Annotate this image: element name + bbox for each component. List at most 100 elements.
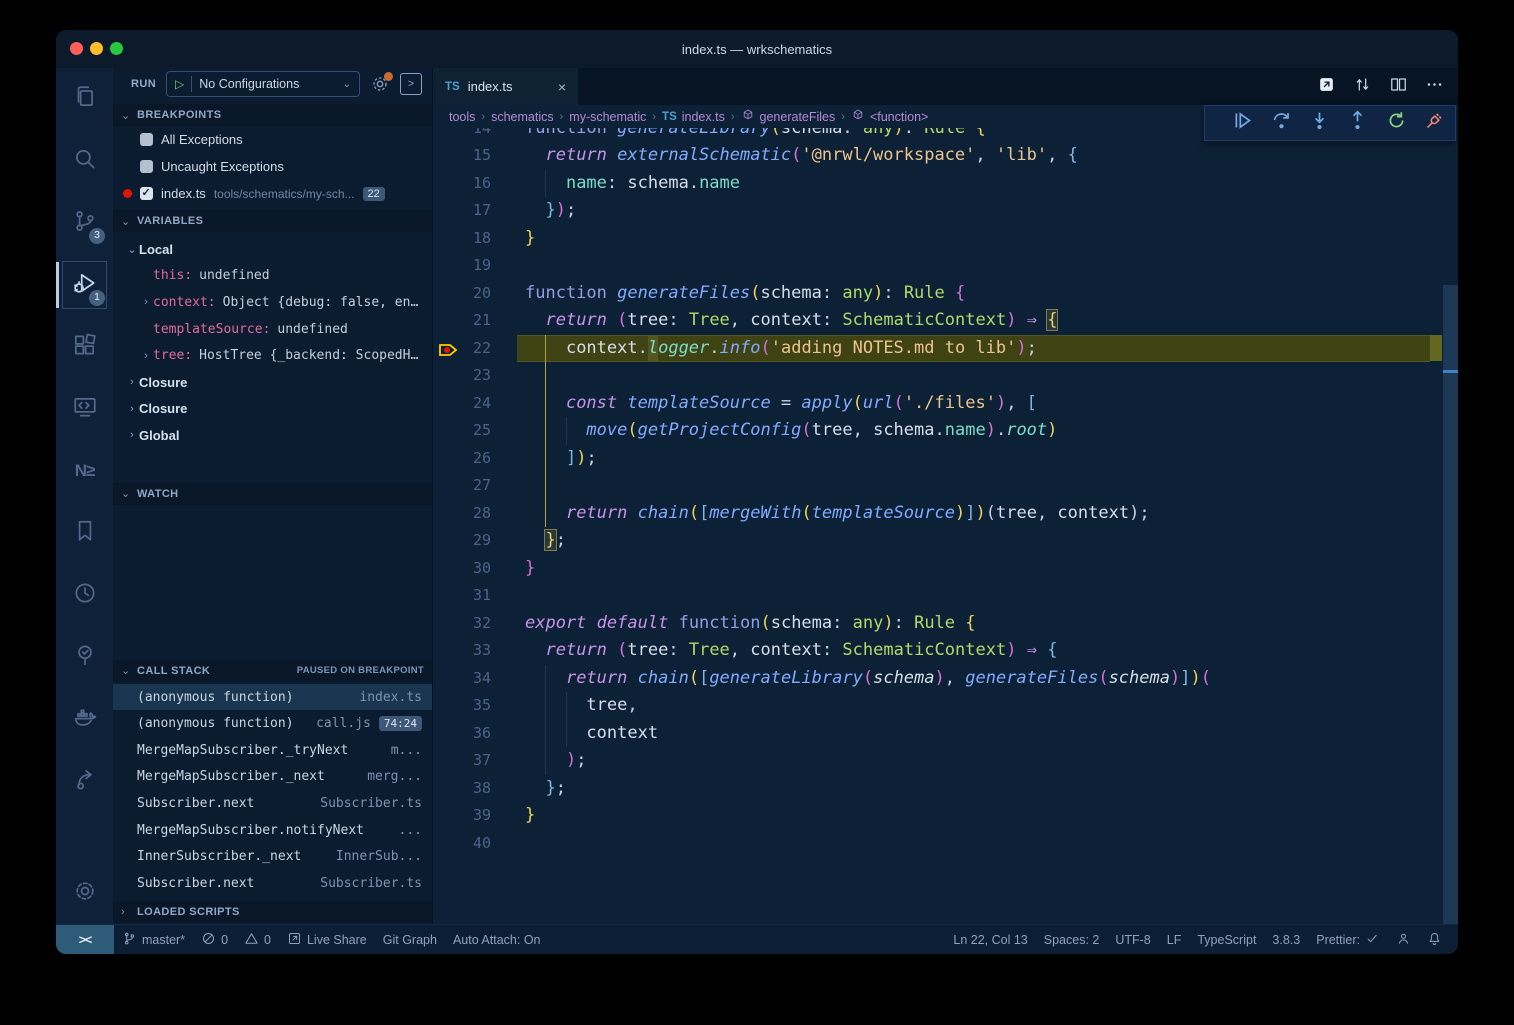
call-stack-section-header[interactable]: ⌄ CALL STACK PAUSED ON BREAKPOINT <box>113 660 432 682</box>
code-line-18[interactable]: 18} <box>433 225 1458 253</box>
code-line-32[interactable]: 32export default function(schema: any): … <box>433 610 1458 638</box>
code-line-37[interactable]: 37 ); <box>433 747 1458 775</box>
code-line-33[interactable]: 33 return (tree: Tree, context: Schemati… <box>433 637 1458 665</box>
code-line-35[interactable]: 35 tree, <box>433 692 1458 720</box>
status-language-mode[interactable]: TypeScript <box>1189 925 1264 954</box>
zoom-window-button[interactable] <box>110 42 123 55</box>
activity-bar-item-source-control[interactable]: 3 <box>56 192 113 254</box>
breadcrumb-item[interactable]: tools <box>449 110 475 124</box>
code-line-22[interactable]: 22 context.logger.info('adding NOTES.md … <box>433 335 1458 363</box>
status-warnings[interactable]: 0 <box>236 925 279 954</box>
code-line-23[interactable]: 23 <box>433 362 1458 390</box>
breakpoints-section-header[interactable]: ⌄ BREAKPOINTS <box>113 104 432 126</box>
activity-bar-item-explorer[interactable] <box>56 68 113 130</box>
status-ts-version[interactable]: 3.8.3 <box>1264 925 1308 954</box>
call-stack-frame[interactable]: (anonymous function)index.ts <box>113 684 432 711</box>
compare-changes-icon[interactable] <box>1353 75 1372 99</box>
variables-scope-closure[interactable]: ›Closure <box>113 369 432 396</box>
variable-row[interactable]: ›tree:HostTree {_backend: ScopedH… <box>113 342 432 369</box>
status-git-graph[interactable]: Git Graph <box>375 925 445 954</box>
call-stack-frame[interactable]: (anonymous function)call.js74:24 <box>113 710 432 737</box>
status-eol[interactable]: LF <box>1159 925 1190 954</box>
breakpoint-row[interactable]: index.tstools/schematics/my-sch...22 <box>113 180 432 207</box>
variables-scope-closure[interactable]: ›Closure <box>113 396 432 423</box>
more-actions-icon[interactable] <box>1425 75 1444 99</box>
status-feedback[interactable] <box>1388 925 1419 954</box>
activity-bar-item-run-and-debug[interactable]: 1 <box>56 254 113 316</box>
breadcrumb-item[interactable]: schematics <box>491 110 554 124</box>
breadcrumb-item[interactable]: generateFiles <box>741 108 836 125</box>
variable-row[interactable]: this:undefined <box>113 263 432 290</box>
code-line-15[interactable]: 15 return externalSchematic('@nrwl/works… <box>433 142 1458 170</box>
variable-row[interactable]: ›context:Object {debug: false, en… <box>113 289 432 316</box>
status-encoding[interactable]: UTF-8 <box>1107 925 1158 954</box>
scrollbar-thumb[interactable] <box>1443 285 1458 924</box>
variables-scope-global[interactable]: ›Global <box>113 422 432 449</box>
activity-bar-item-settings[interactable] <box>56 862 113 924</box>
continue-button[interactable] <box>1232 110 1253 136</box>
call-stack-frame[interactable]: InnerSubscriber._nextInnerSub... <box>113 843 432 870</box>
code-line-20[interactable]: 20function generateFiles(schema: any): R… <box>433 280 1458 308</box>
minimize-window-button[interactable] <box>90 42 103 55</box>
call-stack-frame[interactable]: Subscriber.nextSubscriber.ts <box>113 870 432 897</box>
status-indentation[interactable]: Spaces: 2 <box>1036 925 1108 954</box>
status-errors[interactable]: 0 <box>193 925 236 954</box>
activity-bar-item-docker[interactable] <box>56 688 113 750</box>
step-over-button[interactable] <box>1271 110 1292 136</box>
step-into-button[interactable] <box>1309 110 1330 136</box>
status-prettier[interactable]: Prettier: <box>1308 925 1388 954</box>
status-git-branch[interactable]: master* <box>114 925 193 954</box>
activity-bar-item-search[interactable] <box>56 130 113 192</box>
code-line-25[interactable]: 25 move(getProjectConfig(tree, schema.na… <box>433 417 1458 445</box>
code-line-34[interactable]: 34 return chain([generateLibrary(schema)… <box>433 665 1458 693</box>
breakpoint-row[interactable]: All Exceptions <box>113 126 432 153</box>
step-out-button[interactable] <box>1347 110 1368 136</box>
status-live-share[interactable]: Live Share <box>279 925 375 954</box>
breadcrumb-item[interactable]: <function> <box>851 108 928 125</box>
activity-bar-item-test-explorer[interactable] <box>56 626 113 688</box>
variables-scope-local[interactable]: ⌄Local <box>113 236 432 263</box>
code-line-31[interactable]: 31 <box>433 582 1458 610</box>
code-line-26[interactable]: 26 ]); <box>433 445 1458 473</box>
code-line-19[interactable]: 19 <box>433 252 1458 280</box>
code-editor[interactable]: 14function generateLibrary(schema: any):… <box>433 128 1458 924</box>
activity-bar-item-extensions[interactable] <box>56 316 113 378</box>
activity-bar-item-nx-console[interactable]: N≥ <box>56 440 113 502</box>
code-line-16[interactable]: 16 name: schema.name <box>433 170 1458 198</box>
code-line-36[interactable]: 36 context <box>433 720 1458 748</box>
launch-configuration-dropdown[interactable]: ▷ No Configurations ⌄ <box>166 71 360 97</box>
code-line-28[interactable]: 28 return chain([mergeWith(templateSourc… <box>433 500 1458 528</box>
tab-index-ts[interactable]: TS index.ts × <box>433 68 578 105</box>
title-bar[interactable]: index.ts — wrkschematics <box>56 30 1458 68</box>
code-line-21[interactable]: 21 return (tree: Tree, context: Schemati… <box>433 307 1458 335</box>
breadcrumb-item[interactable]: my-schematic <box>569 110 646 124</box>
breadcrumb-item[interactable]: TSindex.ts <box>662 110 725 124</box>
editor-scrollbar[interactable] <box>1430 128 1458 924</box>
close-tab-icon[interactable]: × <box>558 79 566 95</box>
code-line-24[interactable]: 24 const templateSource = apply(url('./f… <box>433 390 1458 418</box>
call-stack-frame[interactable]: MergeMapSubscriber._nextmerg... <box>113 764 432 791</box>
call-stack-frame[interactable]: MergeMapSubscriber._tryNextm... <box>113 737 432 764</box>
activity-bar-item-remote-explorer[interactable] <box>56 378 113 440</box>
variable-row[interactable]: templateSource:undefined <box>113 316 432 343</box>
status-auto-attach[interactable]: Auto Attach: On <box>445 925 549 954</box>
breakpoint-row[interactable]: Uncaught Exceptions <box>113 153 432 180</box>
variables-section-header[interactable]: ⌄ VARIABLES <box>113 210 432 232</box>
split-editor-icon[interactable] <box>1389 75 1408 99</box>
activity-bar-item-timeline[interactable] <box>56 564 113 626</box>
watch-section-header[interactable]: ⌄ WATCH <box>113 483 432 505</box>
code-line-39[interactable]: 39} <box>433 802 1458 830</box>
status-cursor-position[interactable]: Ln 22, Col 13 <box>945 925 1035 954</box>
code-line-17[interactable]: 17 }); <box>433 197 1458 225</box>
open-changes-icon[interactable] <box>1317 75 1336 99</box>
loaded-scripts-section-header[interactable]: › LOADED SCRIPTS <box>113 901 432 923</box>
code-line-27[interactable]: 27 <box>433 472 1458 500</box>
breakpoint-checkbox[interactable] <box>140 187 153 200</box>
configure-gear-button[interactable] <box>370 74 390 94</box>
call-stack-frame[interactable]: MergeMapSubscriber.notifyNext... <box>113 817 432 844</box>
close-window-button[interactable] <box>70 42 83 55</box>
code-line-38[interactable]: 38 }; <box>433 775 1458 803</box>
debug-console-button[interactable]: > <box>400 73 422 95</box>
code-line-30[interactable]: 30} <box>433 555 1458 583</box>
activity-bar-item-live-share[interactable] <box>56 750 113 812</box>
